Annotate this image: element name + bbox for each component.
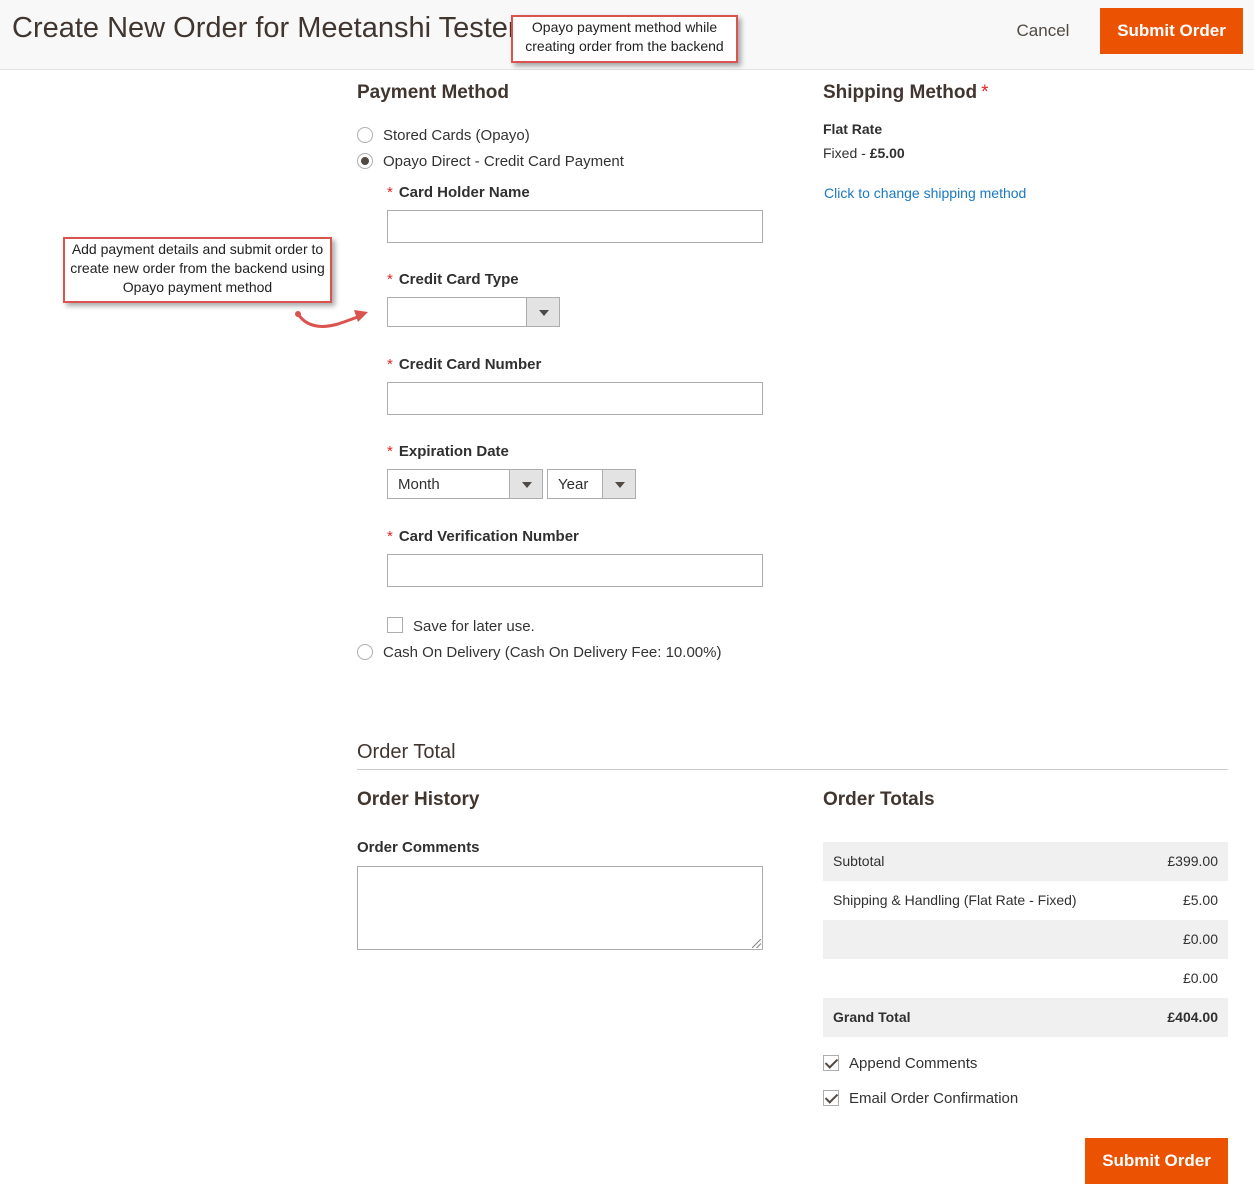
shipping-method-title: Shipping Method * [823,82,988,104]
shipping-price: Fixed - £5.00 [823,145,905,161]
annotation-callout-top: Opayo payment method while creating orde… [511,15,738,63]
totals-row-subtotal: Subtotal £399.00 [823,842,1228,881]
shipping-price-prefix: Fixed - [823,145,870,161]
page-title: Create New Order for Meetanshi Tester [12,12,512,44]
totals-row-label: Subtotal [833,853,885,869]
card-number-label: * Credit Card Number [387,356,541,373]
totals-row-amount: £0.00 [1182,970,1218,986]
expiration-month-select[interactable]: Month [387,469,543,499]
required-star: * [387,184,393,201]
year-value: Year [558,476,589,493]
card-number-input[interactable] [387,382,763,415]
totals-row-label: Grand Total [833,1009,911,1025]
required-star: * [387,443,393,460]
card-holder-label-text: Card Holder Name [398,184,530,201]
save-card-checkbox[interactable] [387,617,403,633]
submit-order-button-bottom[interactable]: Submit Order [1085,1138,1228,1184]
totals-row-amount: £0.00 [1182,931,1218,947]
payment-method-title: Payment Method [357,82,510,103]
shipping-method-name: Flat Rate [823,121,883,137]
required-star: * [387,356,393,373]
cvv-label-text: Card Verification Number [398,528,579,545]
annotation-callout-left: Add payment details and submit order to … [63,237,332,303]
totals-row-amount: £404.00 [1167,1009,1218,1025]
radio-cash-on-delivery[interactable] [357,644,373,660]
radio-label-stored-cards: Stored Cards (Opayo) [383,127,530,144]
annotation-arrow-icon [295,310,368,328]
expiration-year-select[interactable]: Year [547,469,636,499]
totals-row-amount: £399.00 [1167,853,1218,869]
required-star: * [387,271,393,288]
resize-handle-icon[interactable] [752,939,761,948]
divider [357,769,1228,770]
order-totals-table: Subtotal £399.00 Shipping & Handling (Fl… [823,842,1228,1037]
card-number-label-text: Credit Card Number [398,356,542,373]
totals-row-blank-2: £0.00 [823,959,1228,998]
cancel-button[interactable]: Cancel [1000,12,1086,50]
card-type-label: * Credit Card Type [387,271,519,288]
card-holder-input[interactable] [387,210,763,243]
shipping-price-value: £5.00 [869,145,905,161]
chevron-down-icon [602,470,635,498]
expiration-label: * Expiration Date [387,443,509,460]
required-star: * [981,82,989,103]
card-type-select[interactable] [387,297,560,327]
required-star: * [387,528,393,545]
card-holder-label: * Card Holder Name [387,184,530,201]
totals-row-amount: £5.00 [1182,892,1218,908]
email-confirmation-checkbox[interactable] [823,1090,839,1106]
submit-order-button-top[interactable]: Submit Order [1100,8,1243,54]
totals-row-label: Shipping & Handling (Flat Rate - Fixed) [833,892,1077,908]
order-comments-textarea[interactable] [357,866,763,950]
expiration-label-text: Expiration Date [398,443,509,460]
radio-label-opayo-direct: Opayo Direct - Credit Card Payment [383,153,624,170]
order-comments-label: Order Comments [357,839,480,856]
change-shipping-link[interactable]: Click to change shipping method [824,185,1026,201]
totals-row-shipping: Shipping & Handling (Flat Rate - Fixed) … [823,881,1228,920]
cvv-input[interactable] [387,554,763,587]
shipping-method-title-text: Shipping Method [823,82,978,103]
radio-stored-cards[interactable] [357,127,373,143]
totals-row-blank-1: £0.00 [823,920,1228,959]
radio-label-cash-on-delivery: Cash On Delivery (Cash On Delivery Fee: … [383,644,722,661]
append-comments-checkbox[interactable] [823,1055,839,1071]
chevron-down-icon [526,298,559,326]
radio-opayo-direct[interactable] [357,153,373,169]
order-history-title: Order History [357,789,480,810]
chevron-down-icon [509,470,542,498]
cvv-label: * Card Verification Number [387,528,579,545]
save-card-label: Save for later use. [413,618,535,635]
email-confirmation-label: Email Order Confirmation [849,1090,1019,1107]
append-comments-label: Append Comments [849,1055,978,1072]
order-totals-title: Order Totals [823,789,935,810]
month-value: Month [398,476,440,493]
card-type-label-text: Credit Card Type [398,271,519,288]
order-total-title: Order Total [357,741,456,763]
totals-row-grand-total: Grand Total £404.00 [823,998,1228,1037]
